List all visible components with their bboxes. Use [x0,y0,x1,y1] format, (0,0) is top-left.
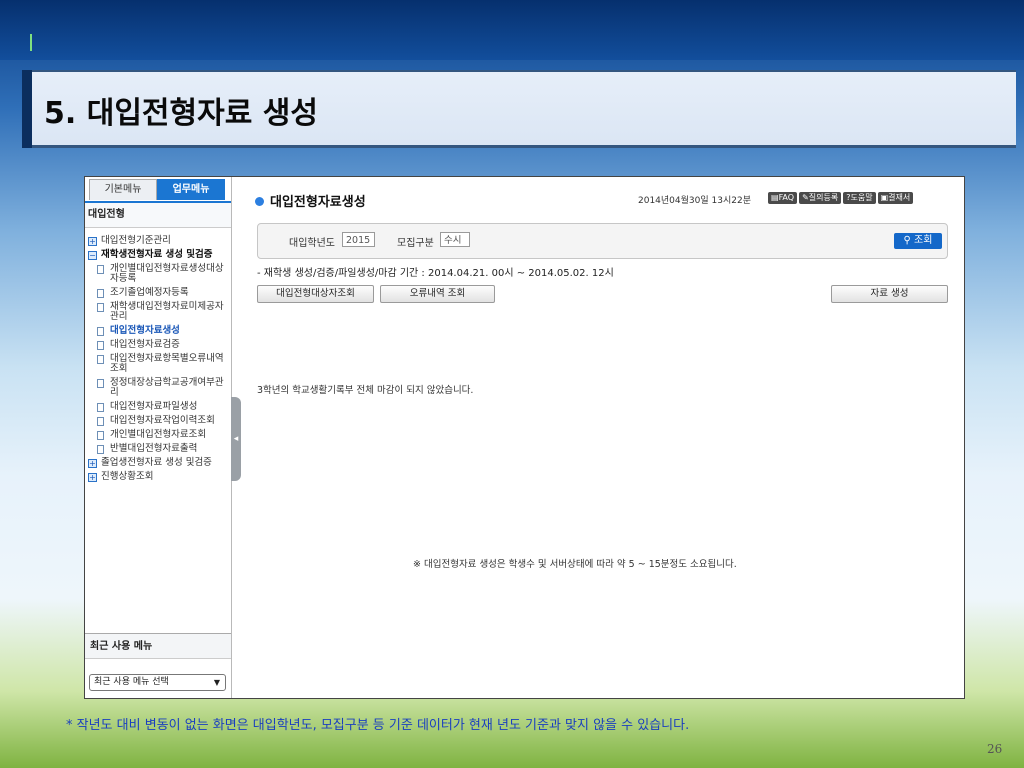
document-icon [97,403,104,412]
status-message: 3학년의 학교생활기록부 전체 마감이 되지 않았습니다. [257,385,474,396]
document-icon [97,303,104,312]
sidebar-item-error-details[interactable]: 대입전형자료항목별오류내역조회 [85,352,231,376]
help-button-label: 도움말 [850,193,873,202]
sidebar-item-label: 정정대장상급학교공개여부관리 [110,377,224,398]
document-icon [97,379,104,388]
document-icon [97,417,104,426]
search-button-label: 조회 [914,235,933,246]
document-icon [97,327,104,336]
document-icon [97,289,104,298]
sidebar-item-target-registration[interactable]: 개인별대입전형자료생성대상자등록 [85,262,231,286]
slide-title: 5. 대입전형자료 생성 [44,96,318,131]
sidebar-item-nonprovider-management[interactable]: 재학생대입전형자료미제공자관리 [85,300,231,324]
document-icon [97,341,104,350]
sidebar-collapse-handle[interactable]: ◂ [231,397,241,481]
app-screenshot: 기본메뉴 업무메뉴 대입전형 + 대입전형기준관리 − 재학생전형자료 생성 및… [84,176,965,699]
main-content: 대입전형자료생성 2014년04월30일 13시22분 ▤FAQ ✎질의등록 ?… [245,177,964,698]
utility-buttons: ▤FAQ ✎질의등록 ?도움말 ▣결재서 [768,192,914,204]
sidebar-item-graduate-data-group[interactable]: + 졸업생전형자료 생성 및검증 [85,456,231,470]
sidebar-item-student-data-group[interactable]: − 재학생전형자료 생성 및검증 [85,248,231,262]
admission-year-label: 대입학년도 [289,238,335,249]
expand-icon: + [88,237,97,246]
sidebar-item-label: 진행상황조회 [101,471,154,482]
sidebar: 기본메뉴 업무메뉴 대입전형 + 대입전형기준관리 − 재학생전형자료 생성 및… [85,177,232,698]
sidebar-item-label: 재학생대입전형자료미제공자관리 [110,301,224,322]
time-note: ※ 대입전형자료 생성은 학생수 및 서버상태에 따라 약 5 ~ 15분정도 … [413,559,737,570]
sidebar-item-data-generation[interactable]: 대입전형자료생성 [85,324,231,338]
page-title-text: 대입전형자료생성 [270,195,366,210]
sidebar-item-admission-criteria[interactable]: + 대입전형기준관리 [85,234,231,248]
header-band [0,0,1024,60]
document-icon [97,445,104,454]
period-text: - 재학생 생성/검증/파일생성/마감 기간 : 2014.04.21. 00시… [257,268,614,279]
approval-button-label: 결재서 [888,193,911,202]
expand-icon: + [88,459,97,468]
sidebar-item-individual-lookup[interactable]: 개인별대입전형자료조회 [85,428,231,442]
question-register-label: 질의등록 [808,193,839,202]
tab-work-menu[interactable]: 업무메뉴 [157,179,225,200]
recent-menu-header: 최근 사용 메뉴 [85,633,231,659]
faq-button[interactable]: ▤FAQ [768,192,798,204]
sidebar-item-disclosure-management[interactable]: 정정대장상급학교공개여부관리 [85,376,231,400]
sidebar-item-data-verification[interactable]: 대입전형자료검증 [85,338,231,352]
sidebar-item-progress-lookup[interactable]: + 진행상황조회 [85,470,231,484]
sidebar-item-label: 대입전형자료항목별오류내역조회 [110,353,224,374]
current-datetime: 2014년04월30일 13시22분 [638,196,751,206]
page-number: 26 [987,742,1003,756]
faq-button-label: FAQ [778,193,795,202]
chat-icon: ▤ [771,193,779,202]
recent-menu-select-value: 최근 사용 메뉴 선택 [94,677,169,687]
sidebar-item-label: 대입전형기준관리 [101,235,171,246]
sidebar-item-label: 조기졸업예정자등록 [110,287,189,298]
chevron-down-icon: ▼ [213,678,220,687]
sidebar-item-label: 대입전형자료생성 [110,325,180,336]
sidebar-item-class-print[interactable]: 반별대입전형자료출력 [85,442,231,456]
document-icon [97,355,104,364]
recruit-type-label: 모집구분 [397,238,434,249]
sidebar-menu: + 대입전형기준관리 − 재학생전형자료 생성 및검증 개인별대입전형자료생성대… [85,228,231,484]
sidebar-item-label: 반별대입전형자료출력 [110,443,198,454]
admission-year-field[interactable]: 2015 [342,232,375,247]
title-accent [22,70,32,148]
search-button[interactable]: ⚲ 조회 [894,233,942,249]
generate-data-button[interactable]: 자료 생성 [831,285,948,303]
document-icon [97,431,104,440]
title-bullet-icon [255,197,264,206]
search-panel: 대입학년도 2015 모집구분 수시 ⚲ 조회 [257,223,948,259]
sidebar-item-label: 졸업생전형자료 생성 및검증 [101,457,212,468]
sidebar-item-early-graduation[interactable]: 조기졸업예정자등록 [85,286,231,300]
tab-basic-menu[interactable]: 기본메뉴 [89,179,157,200]
question-register-button[interactable]: ✎질의등록 [799,192,842,204]
help-button[interactable]: ?도움말 [843,192,876,204]
expand-icon: + [88,473,97,482]
sidebar-item-label: 개인별대입전형자료조회 [110,429,207,440]
sidebar-item-job-history[interactable]: 대입전형자료작업이력조회 [85,414,231,428]
sidebar-item-label: 대입전형자료작업이력조회 [110,415,215,426]
sidebar-tabs: 기본메뉴 업무메뉴 [89,179,231,201]
document-icon: ▣ [880,193,889,202]
collapse-icon: − [88,251,97,260]
sidebar-item-label: 대입전형자료검증 [110,339,180,350]
document-icon [97,265,104,274]
page-title: 대입전형자료생성 [255,191,366,210]
sidebar-header: 대입전형 [85,201,231,228]
error-lookup-button[interactable]: 오류내역 조회 [380,285,495,303]
sidebar-item-label: 대입전형자료파일생성 [110,401,198,412]
sidebar-item-label: 재학생전형자료 생성 및검증 [101,249,213,260]
sidebar-item-file-generation[interactable]: 대입전형자료파일생성 [85,400,231,414]
slide-footnote: * 작년도 대비 변동이 없는 화면은 대입학년도, 모집구분 등 기준 데이터… [66,718,690,733]
recent-menu-select[interactable]: 최근 사용 메뉴 선택 ▼ [89,674,226,691]
recruit-type-field[interactable]: 수시 [440,232,470,247]
pencil-icon: ✎ [802,193,809,202]
decor-mark [30,34,32,51]
approval-button[interactable]: ▣결재서 [877,192,914,204]
target-lookup-button[interactable]: 대입전형대상자조회 [257,285,374,303]
search-icon: ⚲ [903,235,911,246]
sidebar-item-label: 개인별대입전형자료생성대상자등록 [110,263,224,284]
